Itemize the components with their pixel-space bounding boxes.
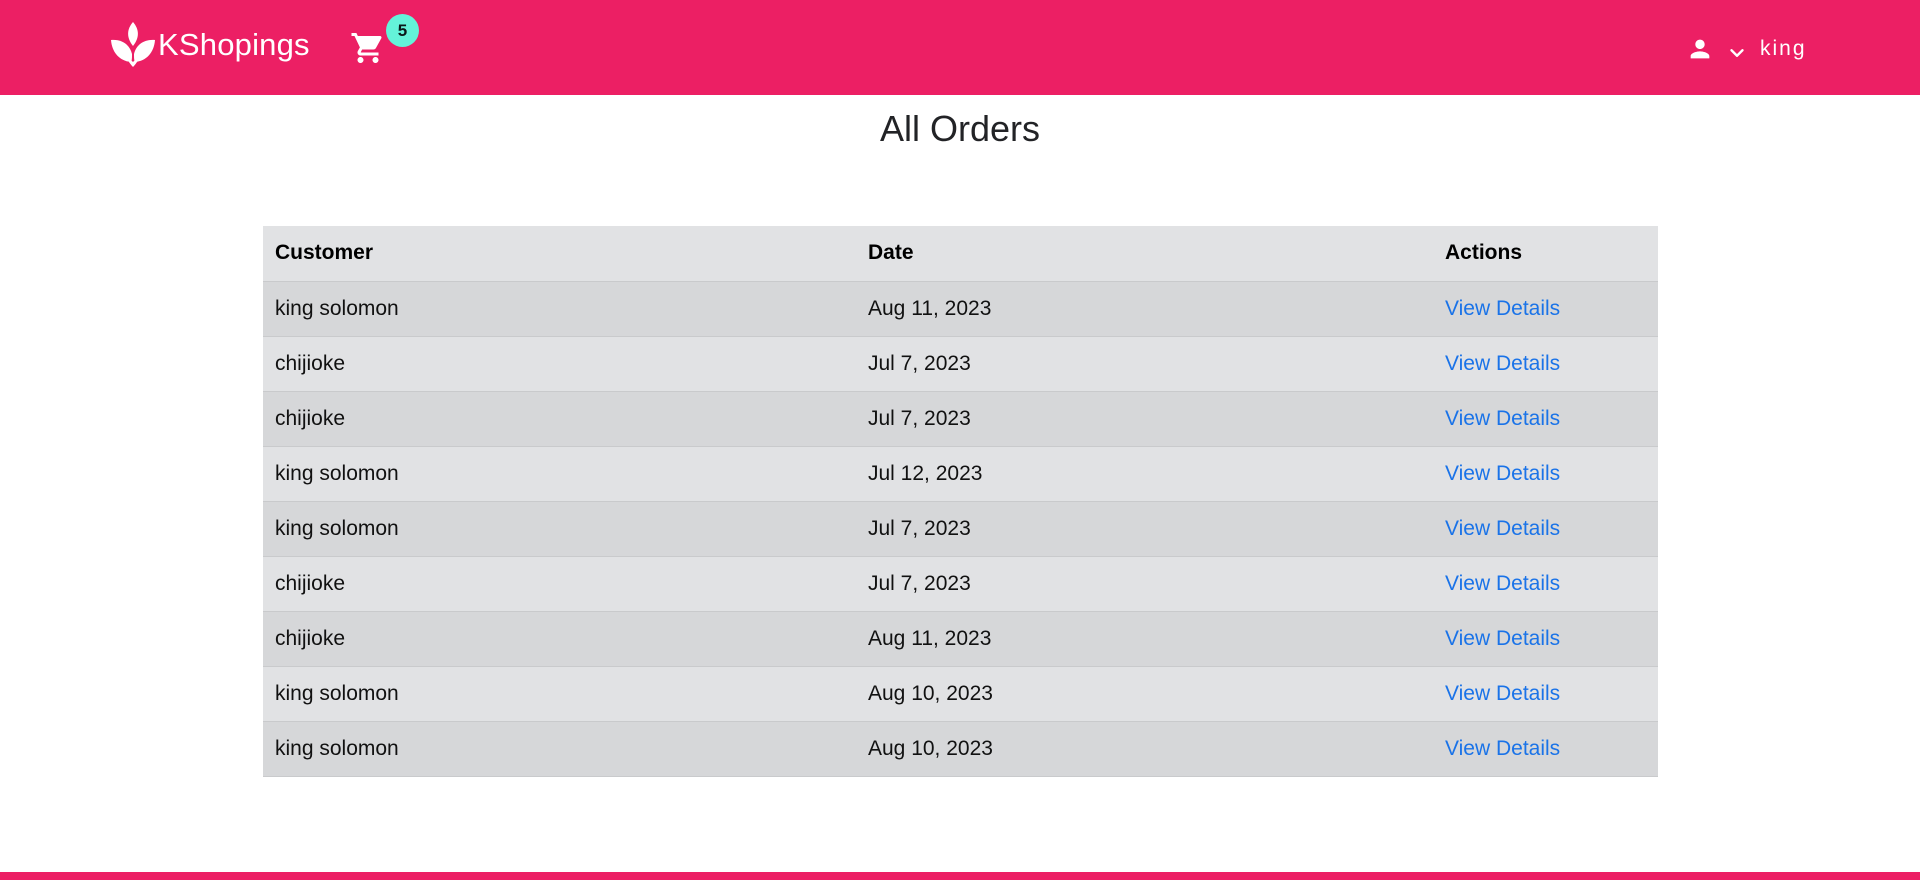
- username-label: king: [1760, 37, 1807, 60]
- table-row: chijioke Aug 11, 2023 View Details: [263, 611, 1658, 667]
- table-row: chijioke Jul 7, 2023 View Details: [263, 556, 1658, 612]
- view-details-link[interactable]: View Details: [1445, 462, 1560, 485]
- cart-count-badge: 5: [386, 14, 419, 47]
- brand-name: KShopings: [158, 26, 310, 62]
- date-cell: Jul 7, 2023: [856, 391, 1433, 447]
- actions-cell: View Details: [1433, 446, 1658, 502]
- actions-cell: View Details: [1433, 391, 1658, 447]
- user-menu-toggle[interactable]: king: [1686, 32, 1807, 66]
- table-row: king solomon Jul 12, 2023 View Details: [263, 446, 1658, 502]
- column-header-date: Date: [856, 226, 1433, 282]
- footer-bar: [0, 872, 1920, 880]
- table-row: king solomon Aug 10, 2023 View Details: [263, 666, 1658, 722]
- date-cell: Jul 7, 2023: [856, 501, 1433, 557]
- table-row: chijioke Jul 7, 2023 View Details: [263, 336, 1658, 392]
- brand-home-link[interactable]: KShopings: [108, 18, 310, 70]
- date-cell: Jul 12, 2023: [856, 446, 1433, 502]
- table-row: king solomon Jul 7, 2023 View Details: [263, 501, 1658, 557]
- date-cell: Aug 11, 2023: [856, 281, 1433, 337]
- table-row: king solomon Aug 11, 2023 View Details: [263, 281, 1658, 337]
- view-details-link[interactable]: View Details: [1445, 297, 1560, 320]
- header-row: Customer Date Actions: [263, 226, 1658, 282]
- person-icon: [1690, 39, 1710, 59]
- view-details-link[interactable]: View Details: [1445, 627, 1560, 650]
- actions-cell: View Details: [1433, 666, 1658, 722]
- view-details-link[interactable]: View Details: [1445, 407, 1560, 430]
- date-cell: Aug 10, 2023: [856, 721, 1433, 777]
- actions-cell: View Details: [1433, 336, 1658, 392]
- customer-cell: king solomon: [263, 721, 856, 777]
- view-details-link[interactable]: View Details: [1445, 737, 1560, 760]
- date-cell: Jul 7, 2023: [856, 336, 1433, 392]
- cart-button[interactable]: [350, 30, 386, 66]
- chevron-down-icon: [1730, 49, 1744, 57]
- orders-table: Customer Date Actions king solomon Aug 1…: [263, 226, 1658, 777]
- date-cell: Aug 11, 2023: [856, 611, 1433, 667]
- customer-cell: chijioke: [263, 611, 856, 667]
- table-header: Customer Date Actions: [263, 226, 1658, 282]
- customer-cell: king solomon: [263, 281, 856, 337]
- customer-cell: chijioke: [263, 336, 856, 392]
- date-cell: Jul 7, 2023: [856, 556, 1433, 612]
- actions-cell: View Details: [1433, 281, 1658, 337]
- actions-cell: View Details: [1433, 611, 1658, 667]
- customer-cell: king solomon: [263, 501, 856, 557]
- actions-cell: View Details: [1433, 721, 1658, 777]
- shopping-cart-icon: [351, 33, 382, 63]
- actions-cell: View Details: [1433, 501, 1658, 557]
- table-body: king solomon Aug 11, 2023 View Details c…: [263, 281, 1658, 777]
- view-details-link[interactable]: View Details: [1445, 517, 1560, 540]
- table-row: chijioke Jul 7, 2023 View Details: [263, 391, 1658, 447]
- column-header-actions: Actions: [1433, 226, 1658, 282]
- page: KShopings 5 king All Orders Customer Dat…: [0, 0, 1920, 880]
- lotus-icon: [111, 22, 155, 67]
- page-title: All Orders: [879, 108, 1041, 149]
- view-details-link[interactable]: View Details: [1445, 682, 1560, 705]
- date-cell: Aug 10, 2023: [856, 666, 1433, 722]
- customer-cell: chijioke: [263, 556, 856, 612]
- customer-cell: king solomon: [263, 666, 856, 722]
- view-details-link[interactable]: View Details: [1445, 572, 1560, 595]
- actions-cell: View Details: [1433, 556, 1658, 612]
- table-row: king solomon Aug 10, 2023 View Details: [263, 721, 1658, 777]
- column-header-customer: Customer: [263, 226, 856, 282]
- top-navbar: KShopings 5 king: [0, 0, 1920, 95]
- customer-cell: chijioke: [263, 391, 856, 447]
- customer-cell: king solomon: [263, 446, 856, 502]
- view-details-link[interactable]: View Details: [1445, 352, 1560, 375]
